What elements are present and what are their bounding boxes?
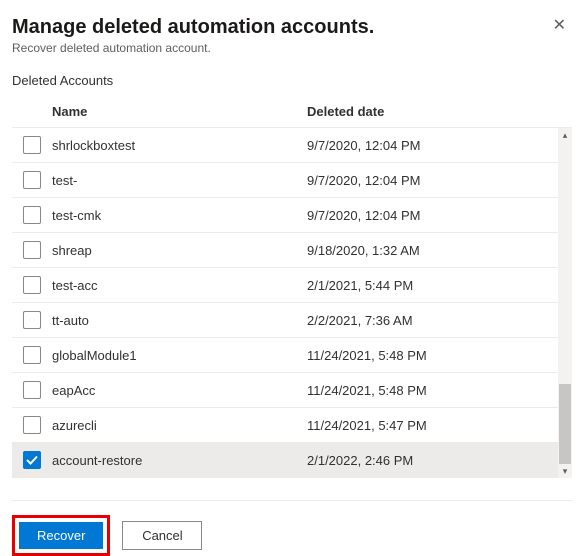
row-date: 11/24/2021, 5:48 PM	[307, 348, 554, 363]
table-row[interactable]: test-9/7/2020, 12:04 PM	[12, 163, 572, 198]
table-row[interactable]: shrlockboxtest9/7/2020, 12:04 PM	[12, 128, 572, 163]
table-row[interactable]: azurecli11/24/2021, 5:47 PM	[12, 408, 572, 443]
table-row[interactable]: tt-auto2/2/2021, 7:36 AM	[12, 303, 572, 338]
row-checkbox[interactable]	[23, 311, 41, 329]
checkbox-cell	[12, 241, 52, 259]
row-date: 11/24/2021, 5:48 PM	[307, 383, 554, 398]
checkbox-cell	[12, 381, 52, 399]
table-row[interactable]: globalModule111/24/2021, 5:48 PM	[12, 338, 572, 373]
row-checkbox[interactable]	[23, 241, 41, 259]
row-date: 9/7/2020, 12:04 PM	[307, 173, 554, 188]
scrollbar-thumb[interactable]	[559, 384, 571, 464]
recover-button[interactable]: Recover	[19, 522, 103, 549]
close-icon[interactable]: ✕	[547, 16, 572, 36]
row-checkbox[interactable]	[23, 276, 41, 294]
row-name: azurecli	[52, 418, 307, 433]
checkbox-cell	[12, 311, 52, 329]
checkbox-cell	[12, 276, 52, 294]
row-name: eapAcc	[52, 383, 307, 398]
row-name: tt-auto	[52, 313, 307, 328]
row-name: test-cmk	[52, 208, 307, 223]
checkbox-cell	[12, 206, 52, 224]
checkbox-cell	[12, 136, 52, 154]
row-name: test-acc	[52, 278, 307, 293]
section-label: Deleted Accounts	[12, 73, 572, 88]
deleted-accounts-table: Name Deleted date ▴ ▾ shrlockboxtest9/7/…	[12, 96, 572, 478]
row-date: 2/1/2021, 5:44 PM	[307, 278, 554, 293]
scrollbar-down-icon[interactable]: ▾	[558, 464, 572, 478]
row-date: 2/2/2021, 7:36 AM	[307, 313, 554, 328]
row-name: test-	[52, 173, 307, 188]
row-date: 9/18/2020, 1:32 AM	[307, 243, 554, 258]
scrollbar[interactable]: ▴ ▾	[558, 128, 572, 478]
checkbox-cell	[12, 346, 52, 364]
row-checkbox[interactable]	[23, 171, 41, 189]
row-date: 11/24/2021, 5:47 PM	[307, 418, 554, 433]
table-header: Name Deleted date	[12, 96, 572, 127]
row-checkbox[interactable]	[23, 381, 41, 399]
table-row[interactable]: test-acc2/1/2021, 5:44 PM	[12, 268, 572, 303]
row-name: shreap	[52, 243, 307, 258]
scrollbar-up-icon[interactable]: ▴	[558, 128, 572, 142]
row-checkbox[interactable]	[23, 206, 41, 224]
footer: Recover Cancel	[12, 500, 572, 556]
table-row[interactable]: account-restore2/1/2022, 2:46 PM	[12, 443, 572, 478]
table-row[interactable]: shreap9/18/2020, 1:32 AM	[12, 233, 572, 268]
row-date: 9/7/2020, 12:04 PM	[307, 138, 554, 153]
checkbox-cell	[12, 451, 52, 469]
row-checkbox[interactable]	[23, 451, 41, 469]
checkbox-cell	[12, 171, 52, 189]
page-subtitle: Recover deleted automation account.	[12, 41, 374, 55]
row-checkbox[interactable]	[23, 136, 41, 154]
column-header-name[interactable]: Name	[52, 104, 307, 119]
row-date: 9/7/2020, 12:04 PM	[307, 208, 554, 223]
row-checkbox[interactable]	[23, 346, 41, 364]
checkbox-cell	[12, 416, 52, 434]
column-header-date[interactable]: Deleted date	[307, 104, 572, 119]
table-row[interactable]: test-cmk9/7/2020, 12:04 PM	[12, 198, 572, 233]
cancel-button[interactable]: Cancel	[122, 521, 202, 550]
checkmark-icon	[26, 454, 38, 466]
row-name: account-restore	[52, 453, 307, 468]
row-checkbox[interactable]	[23, 416, 41, 434]
row-date: 2/1/2022, 2:46 PM	[307, 453, 554, 468]
page-title: Manage deleted automation accounts.	[12, 16, 374, 39]
row-name: globalModule1	[52, 348, 307, 363]
row-name: shrlockboxtest	[52, 138, 307, 153]
recover-highlight: Recover	[12, 515, 110, 556]
table-row[interactable]: eapAcc11/24/2021, 5:48 PM	[12, 373, 572, 408]
